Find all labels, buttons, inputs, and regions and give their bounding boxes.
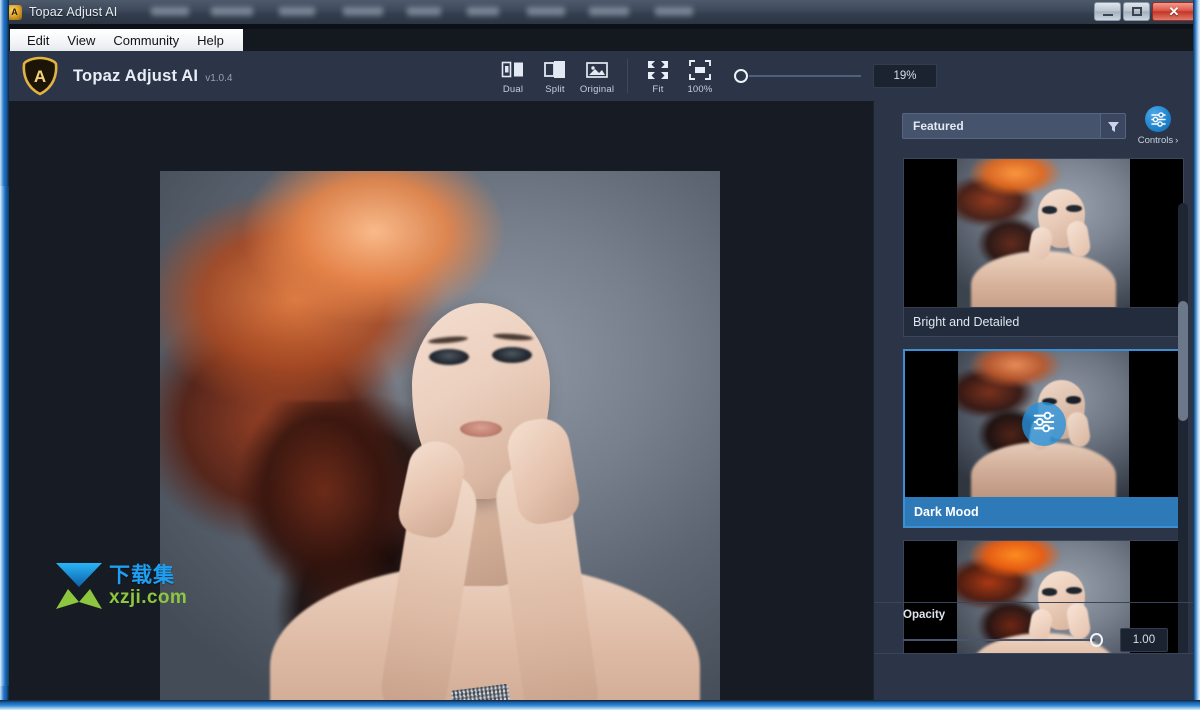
zoom-fit-label: Fit [652, 83, 664, 95]
original-image-icon [585, 58, 609, 82]
minimize-button[interactable] [1094, 2, 1121, 21]
browser-frame-bottom [0, 700, 1200, 710]
application-window: A Topaz Adjust AI v1.0.4 Dual Split Orig… [9, 51, 1193, 700]
zoom-slider-knob[interactable] [734, 69, 748, 83]
opacity-slider-tail [1103, 639, 1110, 641]
photo-lips [460, 421, 502, 437]
view-mode-dual-label: Dual [502, 83, 524, 95]
zoom-100-icon [688, 58, 712, 82]
preset-card-dark-mood[interactable]: Dark Mood [903, 349, 1184, 528]
preset-label: Bright and Detailed [904, 307, 1183, 336]
download-arrow-icon [53, 560, 105, 612]
svg-text:A: A [34, 67, 46, 86]
preset-category-select[interactable]: Featured [902, 113, 1126, 139]
preset-label: Dark Mood [905, 497, 1182, 526]
view-mode-split-label: Split [545, 83, 565, 95]
preset-scrollbar-track[interactable] [1178, 203, 1188, 653]
presets-panel: Featured Controls › Bright and Detailed … [873, 101, 1193, 700]
opacity-slider-track[interactable] [903, 639, 1096, 641]
chevron-right-icon: › [1175, 135, 1179, 146]
opacity-section: Opacity 1.00 [874, 602, 1193, 654]
toolbar-divider [627, 59, 628, 93]
zoom-slider-track[interactable] [749, 75, 861, 77]
menu-item-edit[interactable]: Edit [18, 31, 58, 50]
browser-frame-right [1193, 0, 1200, 710]
maximize-icon [1131, 7, 1142, 16]
filter-funnel-icon[interactable] [1100, 113, 1126, 139]
brand-text: Topaz Adjust AI v1.0.4 [73, 67, 232, 86]
menubar-items: Edit View Community Help [10, 29, 243, 51]
zoom-100-button[interactable]: 100% [680, 55, 720, 97]
window-controls: ✕ [1094, 2, 1196, 21]
menu-item-community[interactable]: Community [104, 31, 188, 50]
menubar: Edit View Community Help [9, 29, 1193, 51]
window-title: Topaz Adjust AI [29, 5, 118, 19]
controls-label-text: Controls [1137, 135, 1174, 146]
preset-list-scroll: Bright and Detailed Dark Mood [874, 151, 1193, 653]
portrait-bright-thumbnail [904, 159, 1183, 307]
minimize-icon [1102, 13, 1113, 16]
preview-image[interactable] [160, 171, 720, 700]
window-titlebar: A Topaz Adjust AI ✕ [0, 0, 1200, 24]
maximize-button[interactable] [1123, 2, 1150, 21]
controls-button[interactable]: Controls › [1132, 106, 1184, 146]
view-mode-dual[interactable]: Dual [493, 55, 533, 97]
background-tabstrip-blur [141, 0, 1200, 24]
opacity-value-field[interactable]: 1.00 [1119, 628, 1168, 652]
menu-item-help[interactable]: Help [188, 31, 233, 50]
preset-adjust-overlay-button[interactable] [1021, 402, 1066, 446]
split-view-icon [543, 58, 567, 82]
zoom-slider[interactable] [734, 69, 861, 83]
brand-area: A Topaz Adjust AI v1.0.4 [9, 56, 232, 96]
preset-card-bright-and-detailed[interactable]: Bright and Detailed [903, 158, 1184, 337]
view-mode-original[interactable]: Original [577, 55, 617, 97]
view-mode-split[interactable]: Split [535, 55, 575, 97]
app-name: Topaz Adjust AI [73, 66, 199, 85]
opacity-label: Opacity [903, 609, 946, 621]
view-mode-group: Dual Split Original [493, 55, 617, 97]
zoom-100-label: 100% [687, 83, 713, 95]
image-canvas[interactable]: 下载集 xzji.com [9, 101, 873, 700]
opacity-slider-knob[interactable] [1090, 633, 1104, 647]
toolbar-controls: Dual Split Original Fit 100% 19% [493, 51, 937, 101]
view-mode-original-label: Original [579, 83, 615, 95]
zoom-mode-group: Fit 100% [638, 55, 720, 97]
app-root: A Topaz Adjust AI ✕ Edit View Community … [0, 0, 1200, 710]
sliders-icon [1145, 106, 1171, 132]
menu-item-view[interactable]: View [58, 31, 104, 50]
preset-scrollbar-thumb[interactable] [1178, 301, 1188, 421]
fit-to-screen-icon [646, 58, 670, 82]
presets-panel-header: Featured Controls › [874, 101, 1193, 151]
presets-panel-footer [874, 654, 1193, 700]
photo-eye-left [429, 349, 469, 365]
browser-scroll-edge[interactable] [0, 186, 9, 686]
app-icon: A [7, 4, 22, 20]
close-button[interactable]: ✕ [1152, 2, 1196, 21]
preset-category-value[interactable]: Featured [902, 113, 1100, 139]
close-icon: ✕ [1168, 4, 1180, 19]
topaz-shield-icon: A [21, 56, 59, 96]
dual-view-icon [501, 58, 525, 82]
app-toolbar: A Topaz Adjust AI v1.0.4 Dual Split Orig… [9, 51, 1193, 102]
zoom-value-field[interactable]: 19% [873, 64, 937, 88]
opacity-slider-row: 1.00 [903, 628, 1168, 652]
sliders-icon [1032, 410, 1056, 439]
photo-eye-right [492, 347, 532, 363]
app-version: v1.0.4 [205, 72, 233, 84]
preset-list[interactable]: Bright and Detailed Dark Mood [874, 151, 1193, 653]
zoom-fit-button[interactable]: Fit [638, 55, 678, 97]
controls-button-label: Controls › [1138, 135, 1179, 146]
portrait-dark-thumbnail [905, 351, 1182, 497]
